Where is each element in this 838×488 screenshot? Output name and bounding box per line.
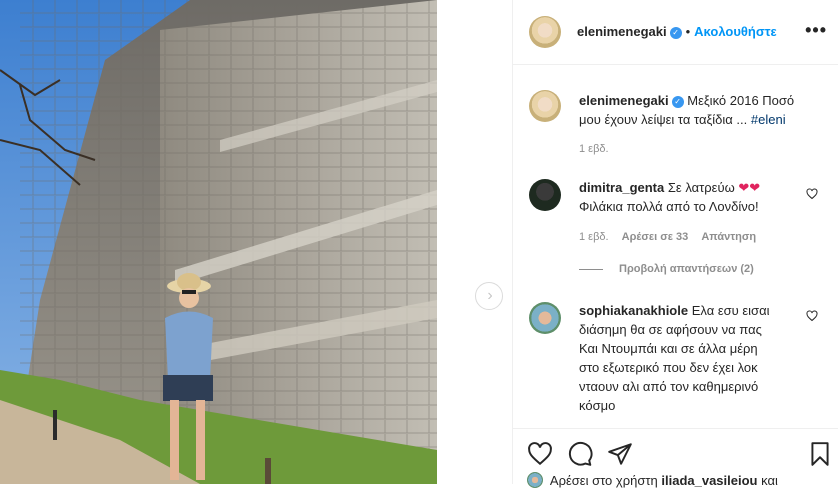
caption-time[interactable]: 1 εβδ. [579, 143, 609, 155]
comment-like-heart-icon[interactable] [806, 310, 818, 322]
next-photo-button[interactable]: › [475, 282, 503, 310]
comment-like-heart-icon[interactable] [806, 188, 818, 200]
post-photo[interactable] [0, 0, 437, 484]
caption-text-line1: Μεξικό 2016 Ποσό [687, 93, 795, 108]
comment-likes[interactable]: Αρέσει σε 33 [622, 231, 689, 243]
heart-emoji: ❤❤ [738, 180, 761, 195]
comment-text-line1: Ελα εσυ εισαι [691, 303, 770, 318]
liked-by-prefix: Αρέσει στο χρήστη [549, 473, 658, 488]
post-image [0, 0, 437, 484]
author-username[interactable]: elenimenegaki [577, 24, 667, 39]
liked-by: Αρέσει στο χρήστη iliada_vasileiou και [527, 472, 778, 488]
post-details-panel: elenimenegaki ✓ • Ακολουθήστε ••• elenimene… [512, 0, 838, 488]
comment-username[interactable]: sophiakanakhiole [579, 303, 688, 318]
chevron-right-icon: › [487, 287, 493, 304]
heart-icon[interactable] [527, 441, 553, 467]
replies-divider [579, 269, 603, 270]
liker-avatar[interactable] [527, 472, 543, 488]
comment-time[interactable]: 1 εβδ. [579, 231, 609, 243]
view-replies-button[interactable]: Προβολή απαντήσεων (2) [619, 263, 754, 275]
comment-text-line1: Σε λατρεύω [667, 180, 735, 195]
caption-username[interactable]: elenimenegaki [579, 93, 669, 108]
verified-badge-icon: ✓ [671, 96, 684, 108]
more-options-icon[interactable]: ••• [805, 21, 827, 39]
comment-1: dimitra_genta Σε λατρεύω ❤❤ Φιλάκια πολλ… [579, 178, 809, 216]
caption-hashtag[interactable]: #eleni [751, 112, 786, 127]
follow-button[interactable]: Ακολουθήστε [694, 24, 777, 39]
reply-button[interactable]: Απάντηση [701, 231, 756, 243]
comment-text-line2: Φιλάκια πολλά από το Λονδίνο! [579, 199, 759, 214]
comment-text-line2: διάσημη θα σε αφήσουν να πας [579, 322, 762, 337]
comment-2: sophiakanakhiole Ελα εσυ εισαι διάσημη θ… [579, 301, 799, 415]
post-header: elenimenegaki ✓ • Ακολουθήστε ••• [513, 0, 838, 65]
bookmark-icon[interactable] [807, 441, 833, 467]
comment-text-line6: κόσμο [579, 398, 616, 413]
caption: elenimenegaki ✓ Μεξικό 2016 Ποσό μου έχου… [579, 91, 819, 129]
liked-by-user[interactable]: iliada_vasileiou [661, 473, 757, 488]
header-separator: • [685, 24, 691, 39]
liked-by-suffix: και [761, 473, 778, 488]
caption-avatar[interactable] [529, 90, 561, 122]
comment-text-line5: νταουν αλι από τον καθημερινό [579, 379, 759, 394]
comment-username[interactable]: dimitra_genta [579, 180, 664, 195]
comment-text-line3: Και Ντουμπάι και σε άλλα μέρη [579, 341, 758, 356]
comment-1-meta: 1 εβδ. Αρέσει σε 33 Απάντηση [579, 231, 756, 243]
comment-avatar[interactable] [529, 302, 561, 334]
caption-text-line2: μου έχουν λείψει τα ταξίδια ... [579, 112, 748, 127]
verified-badge-icon: ✓ [669, 27, 682, 39]
comment-bubble-icon[interactable] [567, 441, 593, 467]
comment-text-line4: στο εξωτερικό που δεν έχει λοκ [579, 360, 758, 375]
paper-plane-icon[interactable] [607, 441, 633, 467]
comment-avatar[interactable] [529, 179, 561, 211]
author-avatar[interactable] [529, 16, 561, 48]
